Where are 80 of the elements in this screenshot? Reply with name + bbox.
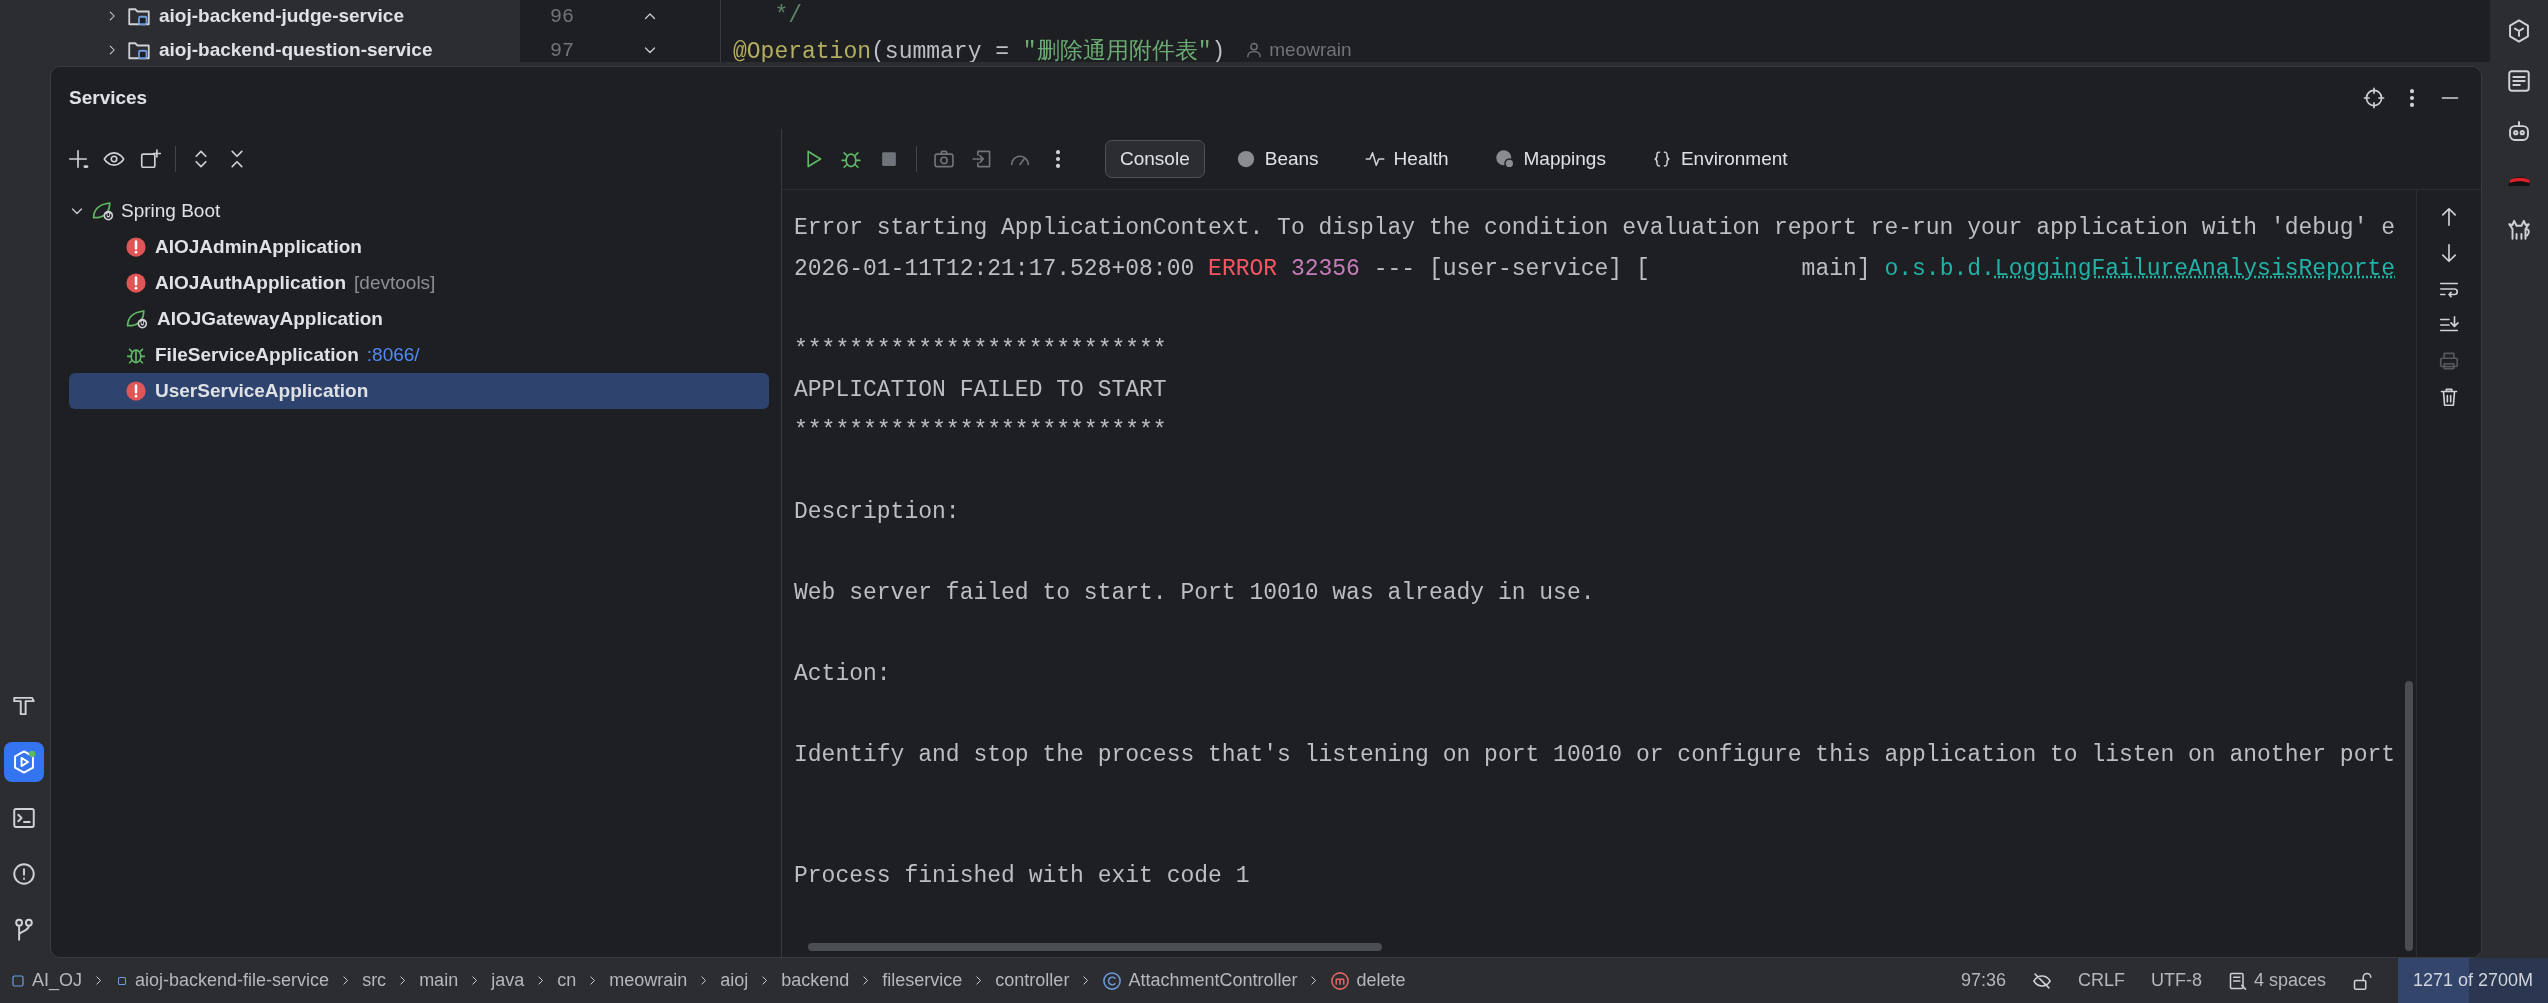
code-line: */ <box>773 3 802 29</box>
person-icon <box>1245 41 1264 59</box>
scrollbar[interactable] <box>2405 681 2413 951</box>
breadcrumb[interactable]: fileservice <box>878 970 967 991</box>
service-item[interactable]: AIOJAuthApplication [devtools] <box>69 265 769 301</box>
circle-icon <box>1235 149 1256 169</box>
service-item[interactable]: AIOJGatewayApplication <box>69 301 769 337</box>
breadcrumb[interactable]: meowrain <box>605 970 692 991</box>
service-note: [devtools] <box>354 272 436 294</box>
breadcrumb[interactable]: backend <box>777 970 854 991</box>
port-link[interactable]: :8066/ <box>366 344 420 366</box>
scrollbar[interactable] <box>808 943 1382 951</box>
services-icon[interactable] <box>11 749 37 775</box>
module-name[interactable]: aioj-backend-question-service <box>159 39 433 61</box>
problems-icon[interactable] <box>11 861 37 887</box>
console-line: Identify and stop the process that's listening on port 10010 or configure this application to listen on another port <box>794 740 2397 770</box>
spring-boot-icon <box>91 200 115 222</box>
lock-open-icon[interactable] <box>2352 970 2372 991</box>
error-icon <box>125 236 147 258</box>
breadcrumb[interactable]: AI_OJ <box>6 970 87 991</box>
module-name[interactable]: aioj-backend-judge-service <box>159 5 404 27</box>
console-line: APPLICATION FAILED TO START <box>794 376 1168 405</box>
breadcrumb[interactable]: aioj-backend-file-service <box>111 970 334 991</box>
add-icon[interactable] <box>67 148 89 170</box>
indent-setting[interactable]: 4 spaces <box>2253 970 2326 991</box>
console-line: Description: <box>794 497 961 527</box>
method-icon <box>1330 970 1351 991</box>
camera-icon[interactable] <box>933 148 955 170</box>
print-icon <box>2438 350 2460 372</box>
services-tool-button[interactable] <box>4 742 44 782</box>
author-name[interactable]: meowrain <box>1269 39 1352 61</box>
tab[interactable]: Beans <box>1220 140 1334 178</box>
code-line: @Operation(summary = "删除通用附件表") <box>733 37 1226 62</box>
breadcrumb[interactable]: cn <box>553 970 581 991</box>
tab[interactable]: Environment <box>1636 140 1803 178</box>
line-number: 96 <box>550 4 574 28</box>
console-line: Error starting ApplicationContext. To display the condition evaluation report re-run your application with 'debug' e <box>794 214 2397 243</box>
group-label[interactable]: Spring Boot <box>121 200 221 222</box>
line-number: 97 <box>550 38 574 62</box>
inspection-off-icon[interactable] <box>2031 970 2052 991</box>
project-icon <box>10 972 26 989</box>
leaf-icon <box>125 308 149 330</box>
breadcrumb[interactable]: aioj <box>716 970 753 991</box>
service-item[interactable]: AIOJAdminApplication <box>69 229 769 265</box>
indent-icon <box>2227 970 2248 991</box>
new-group-icon[interactable] <box>139 148 161 170</box>
tab[interactable]: Health <box>1349 140 1464 178</box>
terminal-icon[interactable] <box>11 805 37 831</box>
service-item[interactable]: UserServiceApplication <box>69 373 769 409</box>
console-line: *************************** <box>794 416 1168 446</box>
breadcrumb[interactable]: AttachmentController <box>1098 970 1302 991</box>
breadcrumb[interactable]: java <box>487 970 529 991</box>
tab[interactable]: Mappings <box>1479 140 1621 178</box>
crosshair-icon[interactable] <box>2363 87 2385 109</box>
breadcrumb[interactable]: controller <box>991 970 1074 991</box>
breadcrumb[interactable]: main <box>415 970 463 991</box>
exit-icon[interactable] <box>971 148 993 170</box>
breadcrumb[interactable]: src <box>358 970 391 991</box>
error-icon <box>125 272 147 294</box>
memory-indicator[interactable]: 1271 of 2700M <box>2398 958 2548 1003</box>
link[interactable]: LoggingFailureAnalysisReporte <box>1994 255 2396 282</box>
error-icon <box>125 380 147 402</box>
panel-title: Services <box>69 87 149 109</box>
console-line: Process finished with exit code 1 <box>794 862 1251 891</box>
console-line: Action: <box>794 659 892 689</box>
line-separator[interactable]: CRLF <box>2077 970 2125 991</box>
class-icon <box>1102 970 1123 991</box>
robot-icon[interactable] <box>2506 118 2532 144</box>
tab[interactable]: Console <box>1105 140 1205 178</box>
console-line: 2026-01-11T12:21:17.528+08:00 ERROR 32356 --- [user-service] [ main] o.s.b.d.LoggingFailureAnalysisReporte <box>794 254 2397 284</box>
breadcrumb[interactable]: delete <box>1326 970 1410 991</box>
trash-icon[interactable] <box>2438 386 2460 408</box>
notes-icon[interactable] <box>2506 68 2532 94</box>
console-line: Web server failed to start. Port 10010 was already in use. <box>794 578 1596 608</box>
console-line: *************************** <box>794 335 1168 365</box>
caret-position[interactable]: 97:36 <box>1960 970 2006 991</box>
pulse-icon <box>1364 149 1385 169</box>
file-encoding[interactable]: UTF-8 <box>2150 970 2202 991</box>
mappings-icon <box>1494 149 1515 169</box>
service-item[interactable]: FileServiceApplication :8066/ <box>69 337 769 373</box>
